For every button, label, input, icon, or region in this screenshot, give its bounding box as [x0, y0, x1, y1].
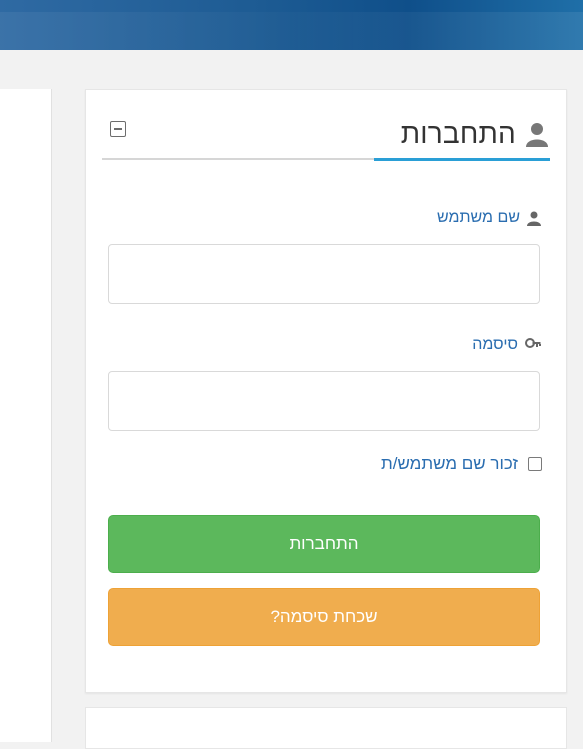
topbar-overlay [0, 12, 583, 50]
header-accent-line [374, 158, 550, 161]
user-icon [526, 210, 542, 226]
card-title: התחברות [400, 118, 516, 149]
top-navigation-bar [0, 0, 583, 50]
key-icon [524, 337, 542, 353]
password-label: סיסמה [472, 335, 542, 355]
username-label-text: שם משתמש [436, 209, 520, 226]
left-side-panel [0, 89, 52, 742]
username-label: שם משתמש [437, 208, 542, 228]
login-button[interactable]: התחברות [108, 515, 540, 573]
lower-card [85, 707, 567, 749]
remember-checkbox[interactable] [528, 457, 542, 471]
user-icon [524, 121, 550, 147]
card-title-wrap: התחברות [401, 114, 550, 154]
username-input[interactable] [108, 244, 540, 304]
minimize-icon[interactable] [110, 121, 126, 137]
card-header: התחברות [102, 100, 550, 161]
forgot-password-button[interactable]: שכחת סיסמה? [108, 588, 540, 646]
password-input[interactable] [108, 371, 540, 431]
remember-label: זכור שם משתמש/ת [380, 454, 518, 473]
login-card: התחברות שם משתמש סיסמה זכור שם משתמש/ת ה… [85, 89, 567, 693]
remember-me[interactable]: זכור שם משתמש/ת [381, 452, 542, 476]
password-label-text: סיסמה [472, 336, 518, 353]
